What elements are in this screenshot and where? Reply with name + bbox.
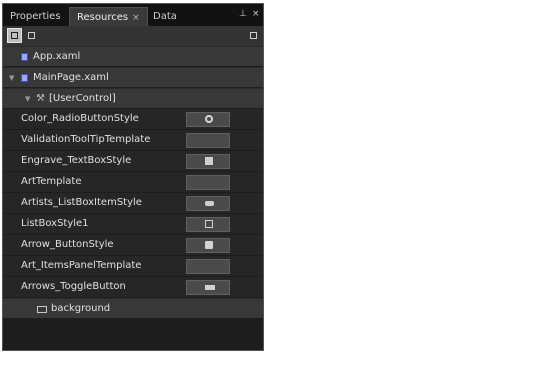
resource-preview[interactable] xyxy=(186,238,230,253)
resource-preview[interactable] xyxy=(186,196,230,211)
radio-icon xyxy=(205,115,213,123)
resource-row[interactable]: Arrow_ButtonStyle xyxy=(3,235,263,255)
expand-arrow-icon[interactable]: ▼ xyxy=(25,89,30,109)
xaml-file-icon xyxy=(21,53,28,61)
tools-icon: ⚒ xyxy=(36,93,45,104)
resource-preview[interactable] xyxy=(186,154,230,169)
resource-preview[interactable] xyxy=(186,280,230,295)
grid-view-icon[interactable] xyxy=(24,28,39,43)
listitem-icon xyxy=(205,201,214,206)
list-view-icon[interactable] xyxy=(7,28,22,43)
resource-preview[interactable] xyxy=(186,217,230,232)
tree-item-background[interactable]: background xyxy=(3,298,263,318)
resource-row[interactable]: ListBoxStyle1 xyxy=(3,214,263,234)
tree-item-app-xaml[interactable]: App.xaml xyxy=(3,46,263,66)
new-resource-icon[interactable] xyxy=(246,28,261,43)
close-icon[interactable]: × xyxy=(252,9,260,19)
pin-icon[interactable]: ⊥ xyxy=(239,9,247,19)
expand-arrow-icon[interactable]: ▼ xyxy=(9,68,14,88)
tab-data[interactable]: Data xyxy=(146,7,184,26)
listbox-icon xyxy=(205,220,213,228)
close-tab-icon[interactable]: × xyxy=(132,13,140,23)
resource-row[interactable]: Artists_ListBoxItemStyle xyxy=(3,193,263,213)
tab-properties[interactable]: Properties xyxy=(3,7,68,26)
resource-preview[interactable] xyxy=(186,175,230,190)
tree-item-usercontrol[interactable]: ▼ ⚒ [UserControl] xyxy=(3,88,263,108)
toggle-icon xyxy=(205,285,215,290)
xaml-file-icon xyxy=(21,74,28,82)
resource-row[interactable]: Engrave_TextBoxStyle xyxy=(3,151,263,171)
brush-icon xyxy=(37,306,47,313)
resource-preview[interactable] xyxy=(186,112,230,127)
toolbar xyxy=(3,26,263,46)
resource-row[interactable]: Arrows_ToggleButton xyxy=(3,277,263,297)
tab-bar: Properties Resources × Data ⊥ × xyxy=(3,4,263,26)
resource-preview[interactable] xyxy=(186,133,230,148)
textbox-icon xyxy=(205,157,213,165)
button-icon xyxy=(205,241,213,249)
tree-item-mainpage-xaml[interactable]: ▼ MainPage.xaml xyxy=(3,67,263,87)
resources-panel: Properties Resources × Data ⊥ × App.xaml … xyxy=(2,3,264,351)
resource-row[interactable]: ValidationToolTipTemplate xyxy=(3,130,263,150)
resource-row[interactable]: ArtTemplate xyxy=(3,172,263,192)
resource-preview[interactable] xyxy=(186,259,230,274)
resource-row[interactable]: Art_ItemsPanelTemplate xyxy=(3,256,263,276)
resource-row[interactable]: Color_RadioButtonStyle xyxy=(3,109,263,129)
tab-resources[interactable]: Resources × xyxy=(69,7,148,26)
